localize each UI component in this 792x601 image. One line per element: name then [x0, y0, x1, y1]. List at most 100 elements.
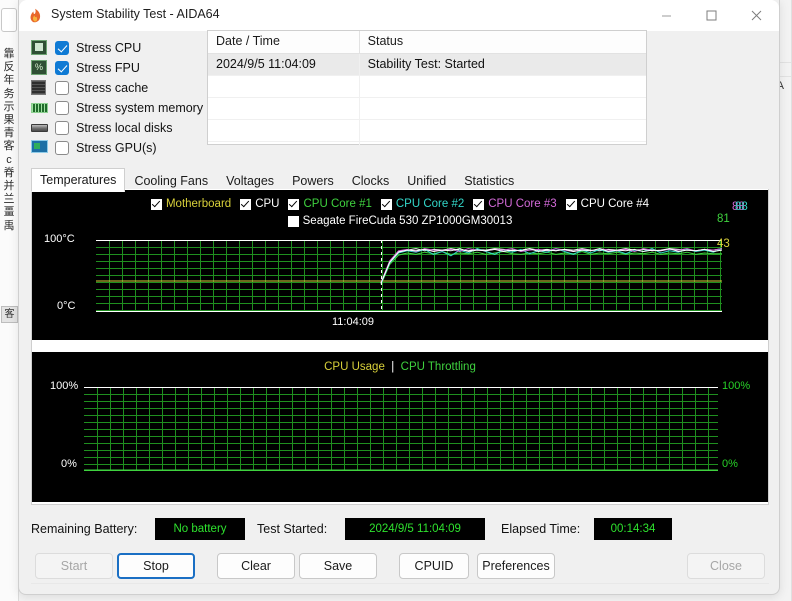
window-controls	[644, 0, 779, 31]
legend-checkbox-cpu-core-3[interactable]	[473, 198, 485, 210]
clear-button[interactable]: Clear	[217, 553, 295, 579]
cache-chip-icon	[31, 80, 49, 96]
legend-checkbox-cpu-core-4[interactable]	[565, 198, 577, 210]
temp-marker-time-label: 11:04:09	[332, 316, 375, 328]
battery-value-spacer	[155, 518, 245, 540]
option-row-stress-local-disks[interactable]: Stress local disks	[31, 118, 211, 138]
option-row-stress-gpus[interactable]: Stress GPU(s)	[31, 138, 211, 158]
legend-item-cpu-core-2[interactable]: CPU Core #2	[380, 198, 465, 210]
cpu-axis-label-top-left: 100%	[50, 380, 79, 392]
option-label-stress-cpu: Stress CPU	[76, 41, 142, 55]
legend-label-cpu-core-1: CPU Core #1	[303, 198, 372, 210]
option-row-stress-system-memory[interactable]: Stress system memory	[31, 98, 211, 118]
temperature-plot-area	[96, 240, 722, 312]
battery-label: Remaining Battery:	[31, 522, 138, 536]
table-row-empty	[208, 120, 646, 142]
checkbox-stress-gpus[interactable]	[55, 141, 69, 155]
background-side-chip: 客	[1, 306, 18, 323]
temperature-graph-panel: Motherboard CPU CPU Core #1 CPU Core #2	[32, 190, 768, 340]
stop-button[interactable]: Stop	[117, 553, 195, 579]
legend-item-cpu[interactable]: CPU	[240, 198, 279, 210]
stress-options-list: Stress CPU % Stress FPU Stress cache Str…	[31, 38, 211, 158]
table-row-empty	[208, 142, 646, 164]
gpu-card-icon	[31, 140, 49, 156]
temperature-plot-svg	[96, 240, 722, 312]
checkbox-stress-cpu[interactable]	[55, 41, 69, 55]
cpuid-button[interactable]: CPUID	[399, 553, 469, 579]
legend-item-seagate-drive[interactable]: Seagate FireCuda 530 ZP1000GM30013	[287, 215, 513, 227]
table-row[interactable]: 2024/9/5 11:04:09 Stability Test: Starte…	[208, 54, 646, 76]
window-title: System Stability Test - AIDA64	[51, 7, 220, 21]
legend-item-motherboard[interactable]: Motherboard	[150, 198, 232, 210]
legend-item-cpu-core-3[interactable]: CPU Core #3	[473, 198, 557, 210]
hard-disk-icon	[31, 120, 49, 136]
minimize-icon[interactable]	[644, 0, 689, 31]
fpu-percent-icon: %	[31, 60, 49, 76]
save-button[interactable]: Save	[299, 553, 377, 579]
temp-value-core1: 81	[717, 213, 730, 225]
option-label-stress-fpu: Stress FPU	[76, 61, 140, 75]
temperature-legend-row1: Motherboard CPU CPU Core #1 CPU Core #2	[32, 198, 768, 210]
start-button[interactable]: Start	[35, 553, 113, 579]
option-row-stress-cpu[interactable]: Stress CPU	[31, 38, 211, 58]
cpu-chart-title-throttling: CPU Throttling	[400, 361, 476, 373]
memory-dimm-icon	[31, 100, 49, 116]
tab-temperatures[interactable]: Temperatures	[31, 168, 126, 192]
checkbox-stress-local-disks[interactable]	[55, 121, 69, 135]
legend-label-motherboard: Motherboard	[165, 198, 232, 210]
preferences-button[interactable]: Preferences	[477, 553, 555, 579]
legend-label-seagate-drive: Seagate FireCuda 530 ZP1000GM30013	[302, 215, 513, 227]
cell-status: Stability Test: Started	[367, 57, 485, 71]
elapsed-time-label: Elapsed Time:	[501, 522, 581, 536]
maximize-icon[interactable]	[689, 0, 734, 31]
cpu-axis-label-top-right: 100%	[722, 380, 751, 392]
column-header-datetime[interactable]: Date / Time	[208, 31, 360, 53]
option-label-stress-cache: Stress cache	[76, 81, 149, 95]
close-icon[interactable]	[734, 0, 779, 31]
tab-page-temperatures: Motherboard CPU CPU Core #1 CPU Core #2	[31, 189, 769, 505]
temperature-legend-row2: Seagate FireCuda 530 ZP1000GM30013	[32, 215, 768, 227]
legend-checkbox-seagate-drive[interactable]	[287, 215, 299, 227]
legend-item-cpu-core-4[interactable]: CPU Core #4	[565, 198, 650, 210]
close-button[interactable]: Close	[687, 553, 765, 579]
cpu-chart-title: CPU Usage | CPU Throttling	[324, 361, 476, 373]
event-log-list[interactable]: Date / Time Status 2024/9/5 11:04:09 Sta…	[207, 30, 647, 164]
table-row-empty	[208, 76, 646, 98]
legend-label-cpu-core-2: CPU Core #2	[395, 198, 465, 210]
temp-value-motherboard: 43	[717, 238, 730, 250]
column-header-status[interactable]: Status	[360, 31, 646, 53]
cpu-usage-plot-area	[84, 387, 718, 471]
temp-axis-label-top: 100°C	[44, 233, 75, 245]
option-label-stress-local-disks: Stress local disks	[76, 121, 173, 135]
checkbox-stress-cache[interactable]	[55, 81, 69, 95]
legend-label-cpu: CPU	[255, 198, 280, 210]
legend-checkbox-cpu[interactable]	[240, 198, 252, 210]
background-left-panel: 靠反年务示果青客c脊并兰畺禹 客	[0, 0, 19, 601]
event-log-header: Date / Time Status	[208, 31, 646, 54]
legend-item-cpu-core-1[interactable]: CPU Core #1	[288, 198, 372, 210]
cpu-axis-label-bottom-right: 0%	[722, 458, 738, 470]
cell-datetime: 2024/9/5 11:04:09	[208, 54, 360, 75]
legend-label-cpu-core-4: CPU Core #4	[580, 198, 650, 210]
background-side-text: 靠反年务示果青客c脊并兰畺禹	[3, 48, 15, 232]
cpu-usage-graph-panel: CPU Usage | CPU Throttling 100% 0% 100% …	[32, 352, 768, 502]
title-bar: System Stability Test - AIDA64	[19, 0, 779, 31]
cpu-chip-icon	[31, 40, 49, 56]
checkbox-stress-system-memory[interactable]	[55, 101, 69, 115]
legend-checkbox-cpu-core-1[interactable]	[288, 198, 300, 210]
test-started-label: Test Started:	[257, 522, 328, 536]
test-started-value: 2024/9/5 11:04:09	[345, 518, 485, 540]
legend-checkbox-cpu-core-2[interactable]	[380, 198, 392, 210]
flame-icon	[27, 7, 44, 24]
cpu-chart-title-usage: CPU Usage	[324, 361, 385, 373]
option-row-stress-fpu[interactable]: % Stress FPU	[31, 58, 211, 78]
button-row: Start Stop Clear Save CPUID Preferences …	[31, 553, 769, 581]
button-row-divider	[31, 583, 769, 584]
option-row-stress-cache[interactable]: Stress cache	[31, 78, 211, 98]
cpu-axis-label-bottom-left: 0%	[61, 458, 77, 470]
option-label-stress-system-memory: Stress system memory	[76, 101, 204, 115]
checkbox-stress-fpu[interactable]	[55, 61, 69, 75]
legend-label-cpu-core-3: CPU Core #3	[488, 198, 557, 210]
legend-checkbox-motherboard[interactable]	[150, 198, 162, 210]
temp-value-core2: 88	[735, 201, 748, 213]
